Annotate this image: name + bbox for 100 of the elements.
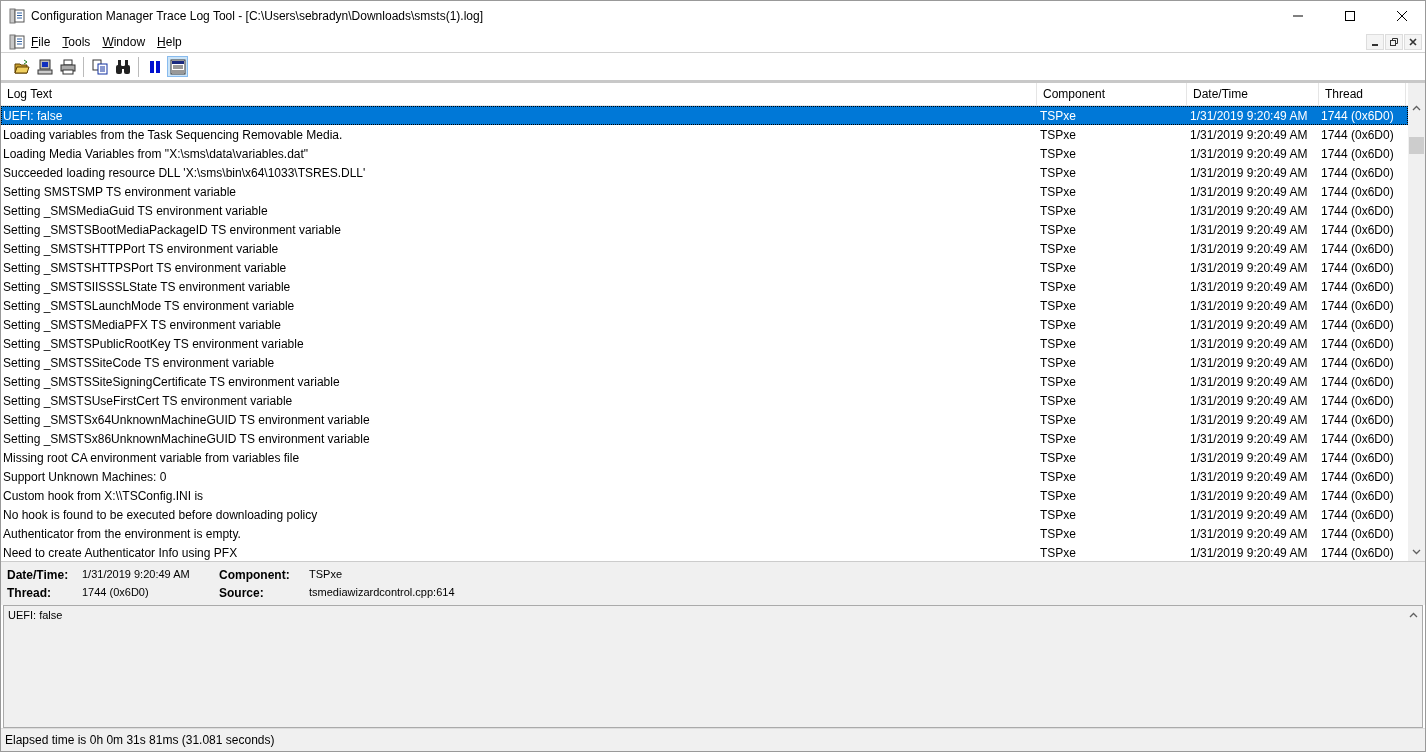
component-cell-text: TSPxe	[1039, 411, 1077, 429]
component-cell-text: TSPxe	[1039, 259, 1077, 277]
menu-item[interactable]: Help	[151, 31, 188, 52]
log-text-cell-text: Loading variables from the Task Sequencing Removable Media.	[2, 126, 344, 144]
thread-cell-text: 1744 (0x6D0)	[1320, 430, 1395, 448]
child-minimize-button[interactable]	[1366, 33, 1384, 50]
component-cell-text: TSPxe	[1039, 202, 1077, 220]
log-row[interactable]: Custom hook from X:\\TSConfig.INI is TSPxe 1/31/2019 9:20:49 AM 1744 (0x6D0)	[1, 486, 1408, 505]
maximize-icon	[1345, 11, 1355, 21]
log-row[interactable]: Setting _SMSTSx86UnknownMachineGUID TS environment variable TSPxe 1/31/2019 9:20:49 AM 1744 (0x6D0)	[1, 429, 1408, 448]
log-text-cell-text: Setting _SMSTSLaunchMode TS environment variable	[2, 297, 296, 315]
column-header[interactable]: Log Text	[1, 83, 1037, 105]
thread-cell-text: 1744 (0x6D0)	[1320, 506, 1395, 524]
detail-value: TSPxe	[309, 567, 343, 582]
log-text-cell-text: Missing root CA environment variable from variables file	[2, 449, 301, 467]
log-row[interactable]: Missing root CA environment variable from variables file TSPxe 1/31/2019 9:20:49 AM 1744 (0x6D0)	[1, 448, 1408, 467]
child-restore-button[interactable]	[1385, 33, 1403, 50]
component-cell-text: TSPxe	[1039, 487, 1077, 505]
detail-value: 1/31/2019 9:20:49 AM	[82, 567, 191, 582]
minimize-icon	[1372, 43, 1378, 46]
log-text-cell-text: Setting _SMSTSIISSSLState TS environment variable	[2, 278, 292, 296]
datetime-cell-text: 1/31/2019 9:20:49 AM	[1189, 316, 1309, 334]
component-cell-text: TSPxe	[1039, 468, 1077, 486]
thread-cell-text: 1744 (0x6D0)	[1320, 316, 1395, 334]
thread-cell-text: 1744 (0x6D0)	[1320, 411, 1395, 429]
menu-item[interactable]: File	[25, 31, 57, 52]
log-text-cell-text: UEFI: false	[2, 107, 64, 125]
log-row[interactable]: Loading variables from the Task Sequencing Removable Media. TSPxe 1/31/2019 9:20:49 AM 1744 (0x6D0)	[1, 125, 1408, 144]
toolbar-button[interactable]	[167, 56, 188, 77]
datetime-cell-text: 1/31/2019 9:20:49 AM	[1189, 506, 1309, 524]
datetime-cell-text: 1/31/2019 9:20:49 AM	[1189, 259, 1309, 277]
component-cell-text: TSPxe	[1039, 449, 1077, 467]
thread-cell-text: 1744 (0x6D0)	[1320, 487, 1395, 505]
thread-cell-text: 1744 (0x6D0)	[1320, 202, 1395, 220]
log-row[interactable]: Setting _SMSTSMediaPFX TS environment variable TSPxe 1/31/2019 9:20:49 AM 1744 (0x6D0)	[1, 315, 1408, 334]
log-row[interactable]: Support Unknown Machines: 0 TSPxe 1/31/2019 9:20:49 AM 1744 (0x6D0)	[1, 467, 1408, 486]
open-folder-icon	[13, 58, 30, 75]
log-row[interactable]: No hook is found to be executed before downloading policy TSPxe 1/31/2019 9:20:49 AM 1744 (0x6D0)	[1, 505, 1408, 524]
menu-item[interactable]: Window	[96, 31, 152, 52]
log-row[interactable]: Setting _SMSTSLaunchMode TS environment variable TSPxe 1/31/2019 9:20:49 AM 1744 (0x6D0)	[1, 296, 1408, 315]
log-row[interactable]: Setting _SMSTSSiteSigningCertificate TS environment variable TSPxe 1/31/2019 9:20:49 AM 1744 (0x6D0)	[1, 372, 1408, 391]
log-row[interactable]: Setting _SMSTSBootMediaPackageID TS environment variable TSPxe 1/31/2019 9:20:49 AM 1744 (0x6D0)	[1, 220, 1408, 239]
component-cell-text: TSPxe	[1039, 316, 1077, 334]
log-row[interactable]: Setting _SMSTSHTTPSPort TS environment variable TSPxe 1/31/2019 9:20:49 AM 1744 (0x6D0)	[1, 258, 1408, 277]
thread-cell-text: 1744 (0x6D0)	[1320, 392, 1395, 410]
datetime-cell-text: 1/31/2019 9:20:49 AM	[1189, 107, 1309, 125]
detail-value: tsmediawizardcontrol.cpp:614	[309, 585, 456, 600]
column-header[interactable]: Date/Time	[1187, 83, 1319, 105]
datetime-cell-text: 1/31/2019 9:20:49 AM	[1189, 202, 1309, 220]
detail-label: Component:	[219, 567, 291, 582]
datetime-cell-text: 1/31/2019 9:20:49 AM	[1189, 221, 1309, 239]
log-text-cell-text: Custom hook from X:\\TSConfig.INI is	[2, 487, 205, 505]
log-text-cell-text: Succeeded loading resource DLL 'X:\sms\bin\x64\1033\TSRES.DLL'	[2, 164, 367, 182]
detail-label: Thread:	[7, 585, 52, 600]
log-row[interactable]: Setting _SMSTSUseFirstCert TS environment variable TSPxe 1/31/2019 9:20:49 AM 1744 (0x6D0)	[1, 391, 1408, 410]
computer-icon	[36, 58, 53, 75]
datetime-cell-text: 1/31/2019 9:20:49 AM	[1189, 430, 1309, 448]
datetime-cell-text: 1/31/2019 9:20:49 AM	[1189, 392, 1309, 410]
log-text-cell-text: Need to create Authenticator Info using PFX	[2, 544, 239, 561]
log-text-cell-text: Setting _SMSTSSiteCode TS environment variable	[2, 354, 276, 372]
scrollbar-thumb[interactable]	[1409, 137, 1424, 154]
split-pane-icon	[169, 58, 186, 75]
log-row[interactable]: Setting _SMSTSSiteCode TS environment variable TSPxe 1/31/2019 9:20:49 AM 1744 (0x6D0)	[1, 353, 1408, 372]
log-row[interactable]: UEFI: false TSPxe 1/31/2019 9:20:49 AM 1744 (0x6D0)	[1, 106, 1408, 125]
log-row[interactable]: Authenticator from the environment is empty. TSPxe 1/31/2019 9:20:49 AM 1744 (0x6D0)	[1, 524, 1408, 543]
thread-cell-text: 1744 (0x6D0)	[1320, 107, 1395, 125]
datetime-cell-text: 1/31/2019 9:20:49 AM	[1189, 126, 1309, 144]
thread-cell-text: 1744 (0x6D0)	[1320, 544, 1395, 561]
log-row[interactable]: Need to create Authenticator Info using PFX TSPxe 1/31/2019 9:20:49 AM 1744 (0x6D0)	[1, 543, 1408, 561]
component-cell-text: TSPxe	[1039, 126, 1077, 144]
child-close-button[interactable]	[1404, 33, 1422, 50]
toolbar-button[interactable]	[34, 56, 55, 77]
thread-cell-text: 1744 (0x6D0)	[1320, 297, 1395, 315]
log-row[interactable]: Setting SMSTSMP TS environment variable TSPxe 1/31/2019 9:20:49 AM 1744 (0x6D0)	[1, 182, 1408, 201]
log-text-cell-text: Setting _SMSTSBootMediaPackageID TS environment variable	[2, 221, 342, 239]
datetime-cell-text: 1/31/2019 9:20:49 AM	[1189, 544, 1309, 561]
log-text-cell-text: Setting _SMSTSHTTPPort TS environment variable	[2, 240, 280, 258]
log-row[interactable]: Setting _SMSTSHTTPPort TS environment variable TSPxe 1/31/2019 9:20:49 AM 1744 (0x6D0)	[1, 239, 1408, 258]
close-icon	[1409, 37, 1417, 46]
log-row[interactable]: Setting _SMSTSIISSSLState TS environment variable TSPxe 1/31/2019 9:20:49 AM 1744 (0x6D0)	[1, 277, 1408, 296]
column-header[interactable]: Thread	[1319, 83, 1406, 105]
log-text-cell-text: No hook is found to be executed before downloading policy	[2, 506, 319, 524]
datetime-cell-text: 1/31/2019 9:20:49 AM	[1189, 240, 1309, 258]
log-row[interactable]: Setting _SMSMediaGuid TS environment variable TSPxe 1/31/2019 9:20:49 AM 1744 (0x6D0)	[1, 201, 1408, 220]
log-text-cell-text: Setting _SMSTSMediaPFX TS environment variable	[2, 316, 282, 334]
component-cell-text: TSPxe	[1039, 183, 1077, 201]
window-title: Configuration Manager Trace Log Tool - [C:\Users\sebradyn\Downloads\smsts(1).log]	[31, 9, 484, 23]
log-row[interactable]: Setting _SMSTSx64UnknownMachineGUID TS environment variable TSPxe 1/31/2019 9:20:49 AM 1744 (0x6D0)	[1, 410, 1408, 429]
column-header[interactable]: Component	[1037, 83, 1187, 105]
datetime-cell-text: 1/31/2019 9:20:49 AM	[1189, 468, 1309, 486]
menu-item[interactable]: Tools	[56, 31, 97, 52]
thread-cell-text: 1744 (0x6D0)	[1320, 335, 1395, 353]
log-row[interactable]: Succeeded loading resource DLL 'X:\sms\bin\x64\1033\TSRES.DLL' TSPxe 1/31/2019 9:20:49 AM 1744 (0x6D0)	[1, 163, 1408, 182]
component-cell-text: TSPxe	[1039, 392, 1077, 410]
log-row[interactable]: Setting _SMSTSPublicRootKey TS environment variable TSPxe 1/31/2019 9:20:49 AM 1744 (0x6D0)	[1, 334, 1408, 353]
component-cell-text: TSPxe	[1039, 145, 1077, 163]
log-text-cell-text: Setting _SMSTSPublicRootKey TS environment variable	[2, 335, 305, 353]
datetime-cell-text: 1/31/2019 9:20:49 AM	[1189, 354, 1309, 372]
thread-cell-text: 1744 (0x6D0)	[1320, 183, 1395, 201]
log-row[interactable]: Loading Media Variables from "X:\sms\data\variables.dat" TSPxe 1/31/2019 9:20:49 AM 1744 (0x6D0)	[1, 144, 1408, 163]
